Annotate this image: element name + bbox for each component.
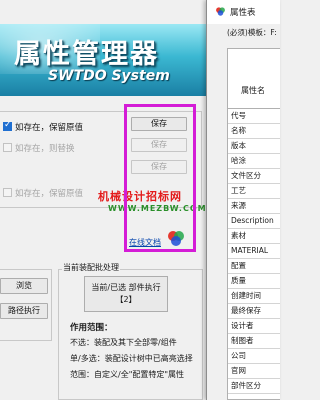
property-row[interactable]: Description bbox=[228, 214, 280, 229]
banner-title-en: SWTDO System bbox=[48, 68, 170, 84]
property-row[interactable]: 部件区分 bbox=[228, 379, 280, 394]
property-row[interactable]: 素材 bbox=[228, 229, 280, 244]
property-row[interactable]: MATERIAL bbox=[228, 244, 280, 259]
group-title: 当前装配批处理 bbox=[62, 262, 120, 273]
browse-button[interactable]: 浏览 bbox=[0, 278, 48, 294]
property-row[interactable]: 质量 bbox=[228, 274, 280, 289]
banner-title-cn: 属性管理器 bbox=[14, 39, 159, 70]
replace-checkbox[interactable] bbox=[3, 143, 12, 152]
online-docs-link[interactable]: 在线文档 bbox=[129, 237, 161, 248]
template-label: (必须)模板：F: bbox=[227, 28, 277, 37]
main-window: 属性管理器 SWTDO System 如存在，保留原值 如存在，则替换 如存在，… bbox=[0, 0, 206, 400]
bottom-section: 浏览 路径执行 当前装配批处理 当前/已选 部件执行 【2】 作用范围： 不选：… bbox=[0, 262, 206, 400]
grid-header: 属性名 bbox=[228, 49, 280, 109]
property-row[interactable]: 哈涂 bbox=[228, 154, 280, 169]
property-row[interactable]: 代号 bbox=[228, 109, 280, 124]
property-row[interactable]: 来源 bbox=[228, 199, 280, 214]
option-label: 如存在，则替换 bbox=[15, 144, 75, 154]
option-label: 如存在，保留原值 bbox=[15, 189, 84, 199]
scope-line: 不选：装配及其下全部零/组件 bbox=[70, 338, 177, 347]
property-row[interactable]: 配置 bbox=[228, 259, 280, 274]
property-window-title: 属性表 bbox=[230, 8, 256, 18]
property-row[interactable]: 工艺 bbox=[228, 184, 280, 199]
path-execute-button[interactable]: 路径执行 bbox=[0, 303, 48, 319]
property-row[interactable]: 官网 bbox=[228, 364, 280, 379]
scope-line: 范围：自定义/全"配置特定"属性 bbox=[70, 370, 185, 379]
execute-selected-button[interactable]: 当前/已选 部件执行 【2】 bbox=[84, 276, 168, 312]
keep-existing-checkbox[interactable] bbox=[3, 120, 12, 131]
property-window-body: (必须)模板：F: 属性名 代号 名称 版本 哈涂 文件区分 工艺 来源 Descriptio… bbox=[207, 24, 280, 400]
banner: 属性管理器 SWTDO System bbox=[0, 24, 206, 96]
property-grid: 属性名 代号 名称 版本 哈涂 文件区分 工艺 来源 Description 素材 MATERIA… bbox=[227, 48, 280, 400]
option-label: 如存在，保留原值 bbox=[15, 123, 84, 133]
property-window-titlebar: 属性表 bbox=[207, 0, 280, 24]
scope-title: 作用范围： bbox=[70, 323, 113, 333]
property-row[interactable]: 名称 bbox=[228, 124, 280, 139]
property-row[interactable]: 最终保存 bbox=[228, 304, 280, 319]
property-row[interactable]: 创建时间 bbox=[228, 289, 280, 304]
column-header: 属性名 bbox=[241, 86, 265, 95]
button-count: 【2】 bbox=[115, 295, 137, 304]
property-row[interactable]: 制图者 bbox=[228, 334, 280, 349]
keep-existing-checkbox-2[interactable] bbox=[3, 188, 12, 197]
property-row[interactable]: 设计者 bbox=[228, 319, 280, 334]
property-window: 属性表 (必须)模板：F: 属性名 代号 名称 版本 哈涂 文件区分 工艺 来源 Descri… bbox=[206, 0, 280, 400]
button-line: 当前/已选 部件执行 bbox=[91, 283, 161, 292]
rgb-logo-icon bbox=[168, 231, 184, 246]
property-row[interactable]: 公司 bbox=[228, 349, 280, 364]
property-row[interactable]: 版本 bbox=[228, 139, 280, 154]
property-row[interactable]: 文件区分 bbox=[228, 169, 280, 184]
app-icon bbox=[216, 7, 225, 16]
scope-line: 单/多选：装配设计树中已高亮选择 bbox=[70, 354, 193, 363]
